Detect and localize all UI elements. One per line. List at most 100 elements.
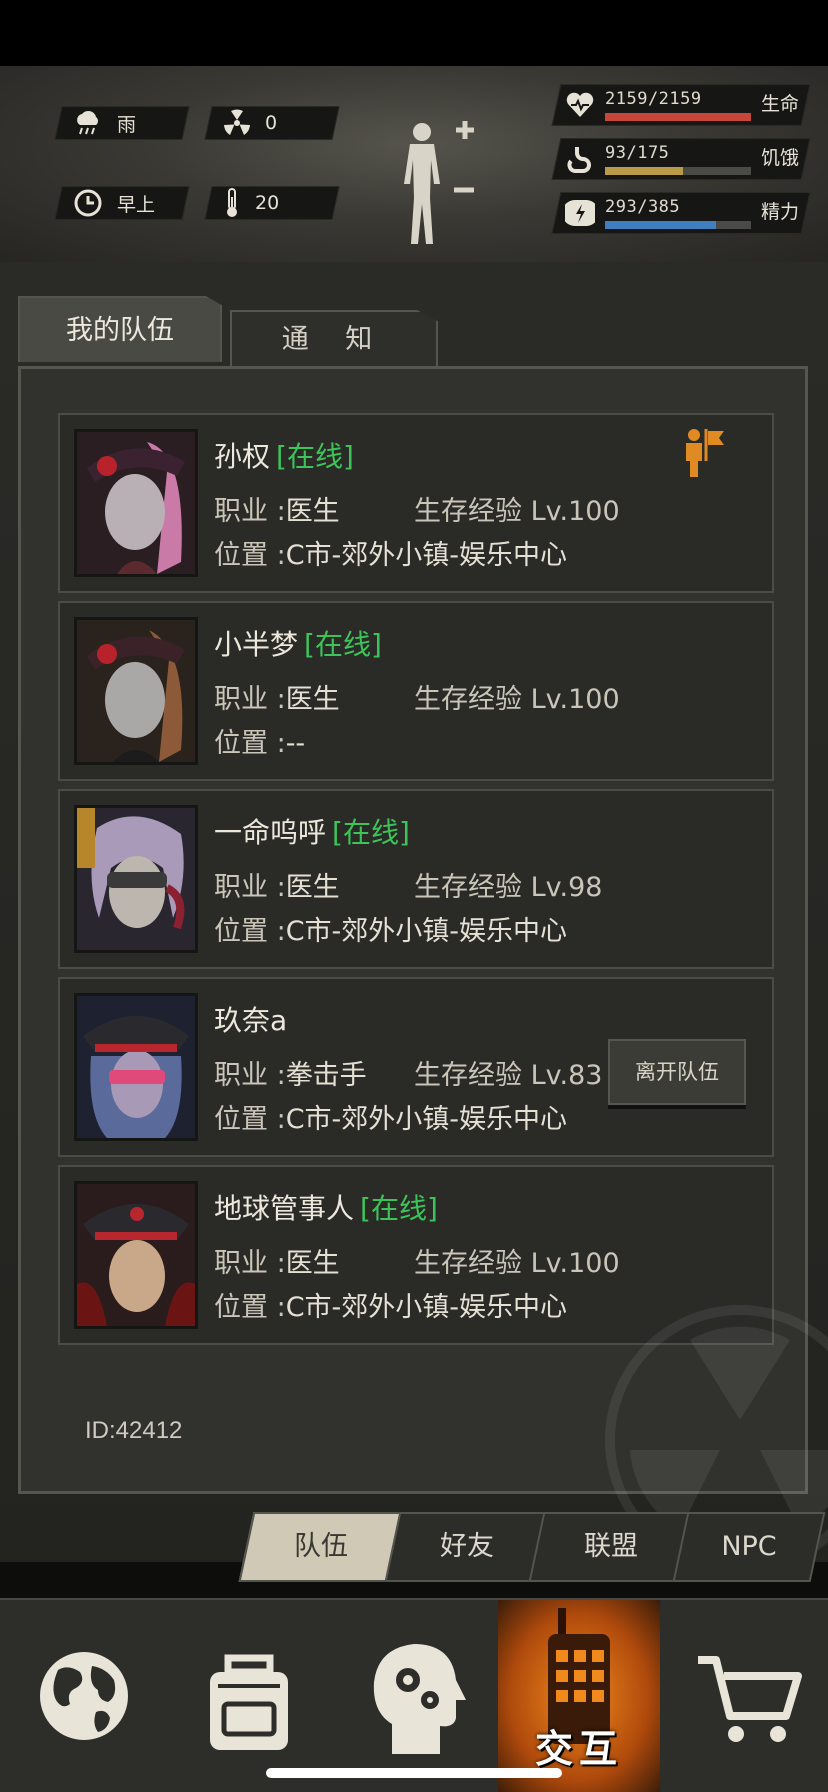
- nav-backpack[interactable]: [166, 1600, 332, 1792]
- member-job: 拳击手: [285, 1060, 367, 1091]
- location-label: 位置: [214, 916, 268, 947]
- member-level: Lv.100: [530, 1248, 620, 1279]
- clock-icon: [74, 189, 102, 217]
- leave-team-button[interactable]: 离开队伍: [608, 1039, 746, 1105]
- member-row[interactable]: 孙权 [在线] 职业 :医生 生存经验 Lv.100 位置 :C市-郊外小镇-娱乐…: [58, 413, 774, 593]
- hunger-label: 饥饿: [760, 147, 799, 169]
- member-job-line: 职业 :拳击手: [214, 1060, 367, 1091]
- member-name: 小半梦: [214, 628, 299, 661]
- member-row[interactable]: 玖奈a 职业 :拳击手 生存经验 Lv.83 位置 :C市-郊外小镇-娱乐中心 …: [58, 977, 774, 1157]
- radiation-icon: [224, 109, 250, 135]
- member-level: Lv.83: [530, 1060, 603, 1091]
- team-leader-flag-icon: [686, 429, 724, 477]
- body-status-icon[interactable]: [400, 118, 480, 248]
- rain-cloud-icon: [77, 110, 98, 135]
- member-exp-line: 生存经验 Lv.100: [414, 1241, 620, 1280]
- nav-interact[interactable]: 交互: [498, 1600, 660, 1792]
- shopping-cart-icon: [698, 1656, 802, 1742]
- subtab-npc-label: NPC: [721, 1531, 777, 1562]
- member-location-line: 位置 :C市-郊外小镇-娱乐中心: [214, 1292, 568, 1323]
- member-location-line: 位置 :C市-郊外小镇-娱乐中心: [214, 1104, 568, 1135]
- member-level: Lv.98: [530, 872, 603, 903]
- online-status: [在线]: [304, 628, 382, 661]
- subtab-alliance[interactable]: 联盟: [528, 1512, 694, 1582]
- location-label: 位置: [214, 540, 268, 571]
- exp-label: 生存经验: [414, 684, 522, 715]
- exp-label: 生存经验: [414, 1060, 522, 1091]
- energy-icon: [565, 200, 595, 227]
- member-name-line: 孙权 [在线]: [214, 435, 354, 475]
- member-level: Lv.100: [530, 684, 620, 715]
- member-location: C市-郊外小镇-娱乐中心: [285, 540, 568, 571]
- member-location-line: 位置 :C市-郊外小镇-娱乐中心: [214, 540, 568, 571]
- globe-icon: [40, 1652, 128, 1740]
- member-name-line: 玖奈a: [214, 999, 293, 1039]
- member-job-line: 职业 :医生: [214, 1248, 340, 1279]
- weather-value: 雨: [117, 113, 137, 136]
- member-avatar: [74, 617, 198, 765]
- job-label: 职业: [214, 684, 268, 715]
- status-bar: [0, 0, 828, 66]
- member-name: 地球管事人: [214, 1192, 355, 1225]
- time-value: 早上: [117, 193, 156, 216]
- member-exp-line: 生存经验 Lv.83: [414, 1053, 602, 1092]
- time-chip: 早上: [54, 186, 190, 220]
- energy-stat: 293/385 精力: [551, 192, 811, 234]
- head-gears-icon: [373, 1644, 466, 1754]
- member-job: 医生: [285, 1248, 340, 1279]
- member-job-line: 职业 :医生: [214, 872, 340, 903]
- subtab-team[interactable]: 队伍: [238, 1512, 404, 1582]
- online-status: [在线]: [360, 1192, 438, 1225]
- heart-icon: [566, 92, 594, 117]
- member-name-line: 地球管事人 [在线]: [214, 1187, 438, 1227]
- member-level: Lv.100: [530, 496, 620, 527]
- member-location: C市-郊外小镇-娱乐中心: [285, 1292, 568, 1323]
- nav-skills[interactable]: [332, 1600, 498, 1792]
- health-label: 生命: [760, 93, 799, 115]
- member-location-line: 位置 :C市-郊外小镇-娱乐中心: [214, 916, 568, 947]
- member-list[interactable]: 孙权 [在线] 职业 :医生 生存经验 Lv.100 位置 :C市-郊外小镇-娱乐…: [58, 413, 778, 1353]
- subtab-team-label: 队伍: [294, 1531, 348, 1562]
- nav-world-map[interactable]: [0, 1600, 166, 1792]
- home-indicator[interactable]: [266, 1768, 562, 1778]
- health-stat: 2159/2159 生命: [551, 84, 811, 126]
- location-label: 位置: [214, 728, 268, 759]
- member-location: --: [285, 728, 306, 759]
- member-exp-line: 生存经验 Lv.100: [414, 677, 620, 716]
- member-row[interactable]: 小半梦 [在线] 职业 :医生 生存经验 Lv.100 位置 :--: [58, 601, 774, 781]
- subtab-friends-label: 好友: [440, 1531, 494, 1562]
- tab-my-team[interactable]: 我的队伍: [18, 296, 222, 362]
- bottom-nav: 交互: [0, 1598, 828, 1792]
- subtab-friends[interactable]: 好友: [384, 1512, 550, 1582]
- member-name: 孙权: [214, 440, 271, 473]
- member-location: C市-郊外小镇-娱乐中心: [285, 916, 568, 947]
- member-avatar: [74, 429, 198, 577]
- member-job-line: 职业 :医生: [214, 684, 340, 715]
- backpack-icon: [210, 1654, 288, 1750]
- job-label: 职业: [214, 1248, 268, 1279]
- stomach-icon: [567, 147, 591, 173]
- online-status: [在线]: [276, 440, 354, 473]
- hunger-value: 93/175: [605, 143, 670, 163]
- member-name-line: 小半梦 [在线]: [214, 623, 382, 663]
- nav-interact-label: 交互: [534, 1727, 623, 1771]
- member-job: 医生: [285, 496, 340, 527]
- energy-bar: [605, 221, 751, 229]
- member-job: 医生: [285, 684, 340, 715]
- thermometer-icon: [227, 188, 237, 217]
- hunger-bar: [605, 167, 751, 175]
- member-avatar: [74, 805, 198, 953]
- job-label: 职业: [214, 872, 268, 903]
- member-exp-line: 生存经验 Lv.98: [414, 865, 602, 904]
- nav-shop[interactable]: [662, 1600, 828, 1792]
- job-label: 职业: [214, 1060, 268, 1091]
- subtab-npc[interactable]: NPC: [672, 1512, 826, 1582]
- tab-notice[interactable]: 通 知: [230, 310, 438, 366]
- member-location: C市-郊外小镇-娱乐中心: [285, 1104, 568, 1135]
- energy-label: 精力: [760, 201, 799, 223]
- member-row[interactable]: 一命呜呼 [在线] 职业 :医生 生存经验 Lv.98 位置 :C市-郊外小镇-娱…: [58, 789, 774, 969]
- social-subtabs: 队伍 好友 联盟 NPC: [232, 1512, 826, 1586]
- radiation-value: 0: [265, 112, 278, 134]
- location-label: 位置: [214, 1292, 268, 1323]
- temperature-chip: 20: [204, 186, 340, 220]
